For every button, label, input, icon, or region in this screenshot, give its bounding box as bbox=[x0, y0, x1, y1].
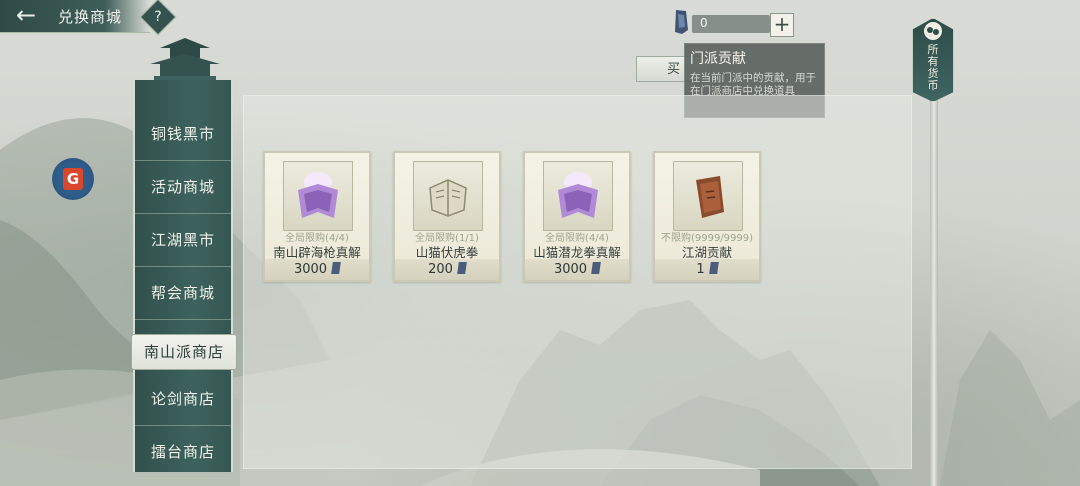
shop-item-card[interactable]: 全局限购(4/4) 南山辟海枪真解 3000 bbox=[263, 151, 371, 282]
menu-item-sword-shop[interactable]: 论剑商店 bbox=[135, 373, 231, 426]
price-value: 200 bbox=[428, 262, 453, 277]
g-logo-icon: G bbox=[63, 168, 83, 190]
price-value: 3000 bbox=[293, 262, 328, 277]
purple-scroll-icon bbox=[298, 172, 338, 218]
item-image bbox=[673, 161, 743, 231]
price-value: 3000 bbox=[553, 262, 588, 277]
item-price: 200 bbox=[395, 259, 499, 280]
menu-item-arena-shop[interactable]: 擂台商店 bbox=[135, 426, 231, 479]
item-image bbox=[283, 161, 353, 231]
menu-item-jianghu-market[interactable]: 江湖黑市 bbox=[135, 214, 231, 267]
page-title: 兑换商城 bbox=[58, 8, 123, 26]
item-price: 3000 bbox=[525, 259, 629, 280]
token-icon bbox=[708, 262, 719, 274]
shop-item-card[interactable]: 不限购(9999/9999) 江湖贡献 1 bbox=[653, 151, 761, 282]
currency-value: 0 bbox=[700, 16, 708, 30]
token-icon bbox=[457, 262, 467, 274]
item-image bbox=[413, 161, 483, 231]
back-arrow-icon: ← bbox=[15, 1, 37, 29]
tag-post bbox=[930, 95, 938, 486]
tag-char: 币 bbox=[927, 79, 939, 92]
question-icon: ? bbox=[154, 9, 162, 25]
back-button[interactable]: ← bbox=[6, 3, 46, 29]
tooltip-title: 门派贡献 bbox=[690, 51, 746, 67]
menu-item-nanshan-shop[interactable]: 南山派商店 bbox=[131, 334, 237, 370]
menu-item-guild-mall[interactable]: 帮会商城 bbox=[135, 267, 231, 320]
menu-item-event-mall[interactable]: 活动商城 bbox=[135, 161, 231, 214]
purple-scroll-icon bbox=[558, 172, 598, 218]
event-badge[interactable]: G bbox=[52, 158, 94, 200]
cloud-emblem-icon bbox=[924, 22, 942, 40]
all-currency-label: 所 有 货 币 bbox=[920, 44, 946, 92]
top-bar: ← 兑换商城 bbox=[0, 0, 150, 33]
menu-item-copper-market[interactable]: 铜钱黑市 bbox=[135, 108, 231, 161]
token-icon bbox=[331, 262, 341, 274]
add-currency-button[interactable]: + bbox=[770, 13, 794, 37]
shop-category-menu: 铜钱黑市 活动商城 江湖黑市 帮会商城 论剑商店 擂台商店 bbox=[133, 80, 233, 479]
token-icon bbox=[675, 10, 688, 34]
shop-item-card[interactable]: 全局限购(4/4) 山猫潜龙拳真解 3000 bbox=[523, 151, 631, 282]
token-icon bbox=[591, 262, 601, 274]
book-icon bbox=[429, 179, 467, 217]
item-price: 1 bbox=[655, 259, 759, 280]
shop-item-card[interactable]: 全局限购(1/1) 山猫伏虎拳 200 bbox=[393, 151, 501, 282]
item-price: 3000 bbox=[265, 259, 369, 280]
item-image bbox=[543, 161, 613, 231]
wooden-token-icon bbox=[696, 176, 724, 218]
price-value: 1 bbox=[696, 262, 705, 277]
